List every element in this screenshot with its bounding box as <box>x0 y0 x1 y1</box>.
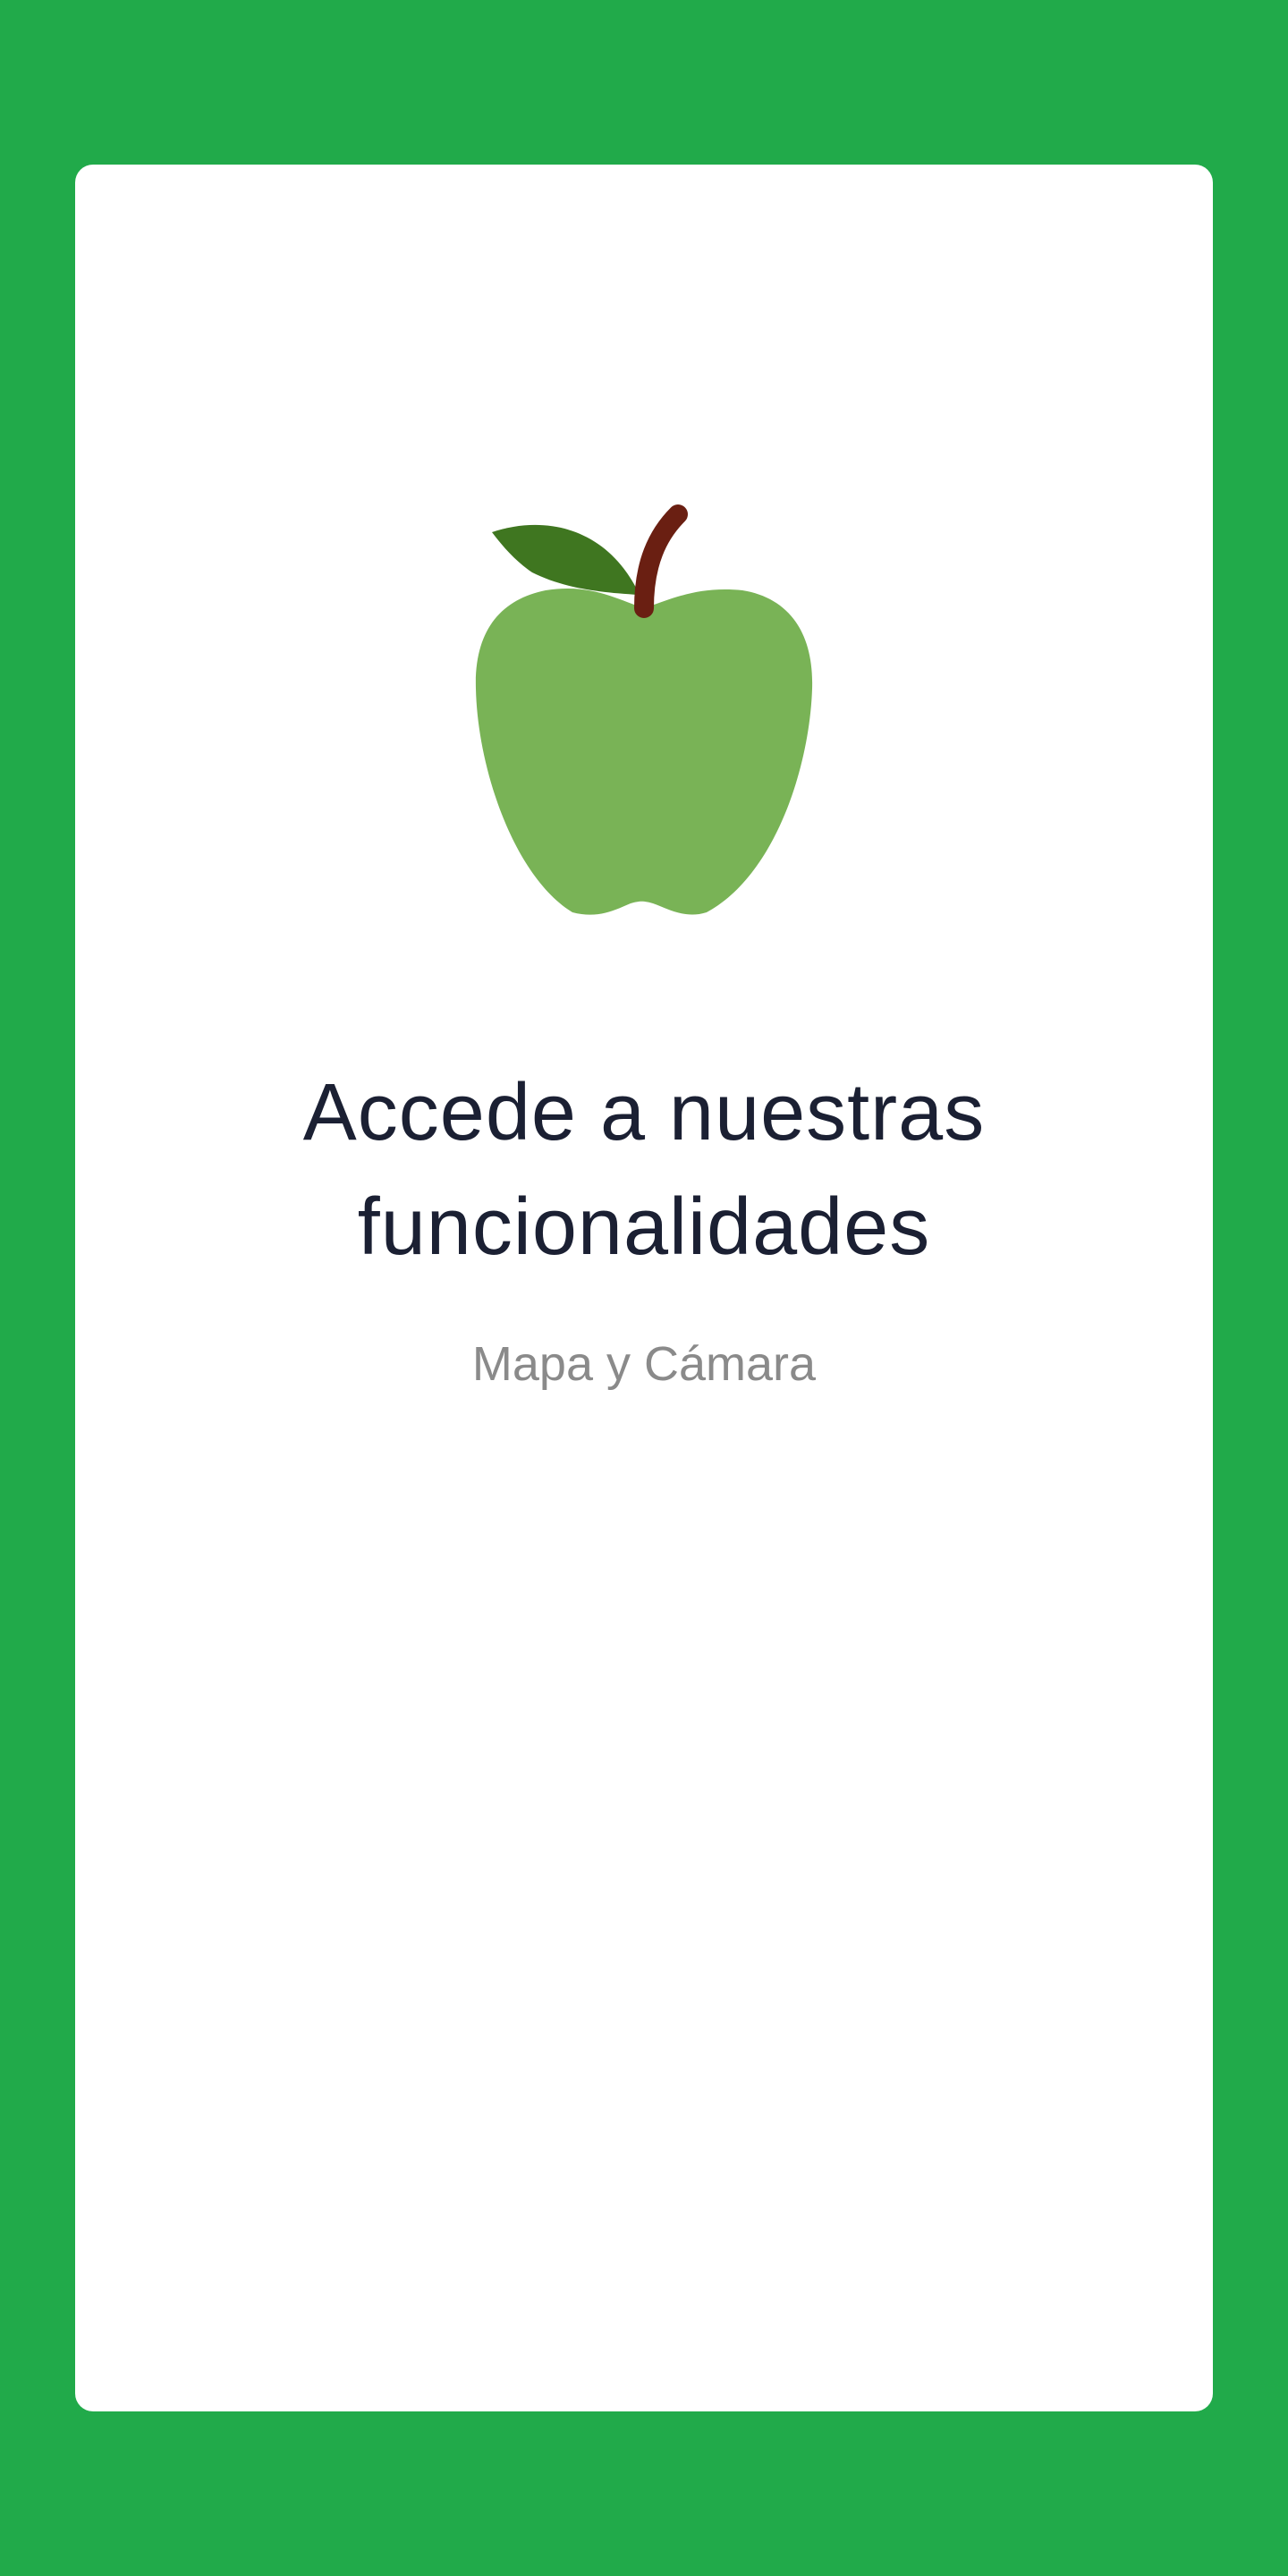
apple-body <box>475 589 813 915</box>
title-line-1: Accede a nuestras <box>302 1068 986 1157</box>
onboarding-screen: { "screen": { "background_color": "#21aa… <box>0 0 1288 2576</box>
apple-stem <box>634 504 688 618</box>
page-title: Accede a nuestras funcionalidades <box>0 1055 1288 1284</box>
page-subtitle: Mapa y Cámara <box>471 1337 817 1391</box>
apple-leaf <box>492 524 640 595</box>
green-apple-icon <box>465 501 823 921</box>
title-line-2: funcionalidades <box>357 1182 931 1272</box>
